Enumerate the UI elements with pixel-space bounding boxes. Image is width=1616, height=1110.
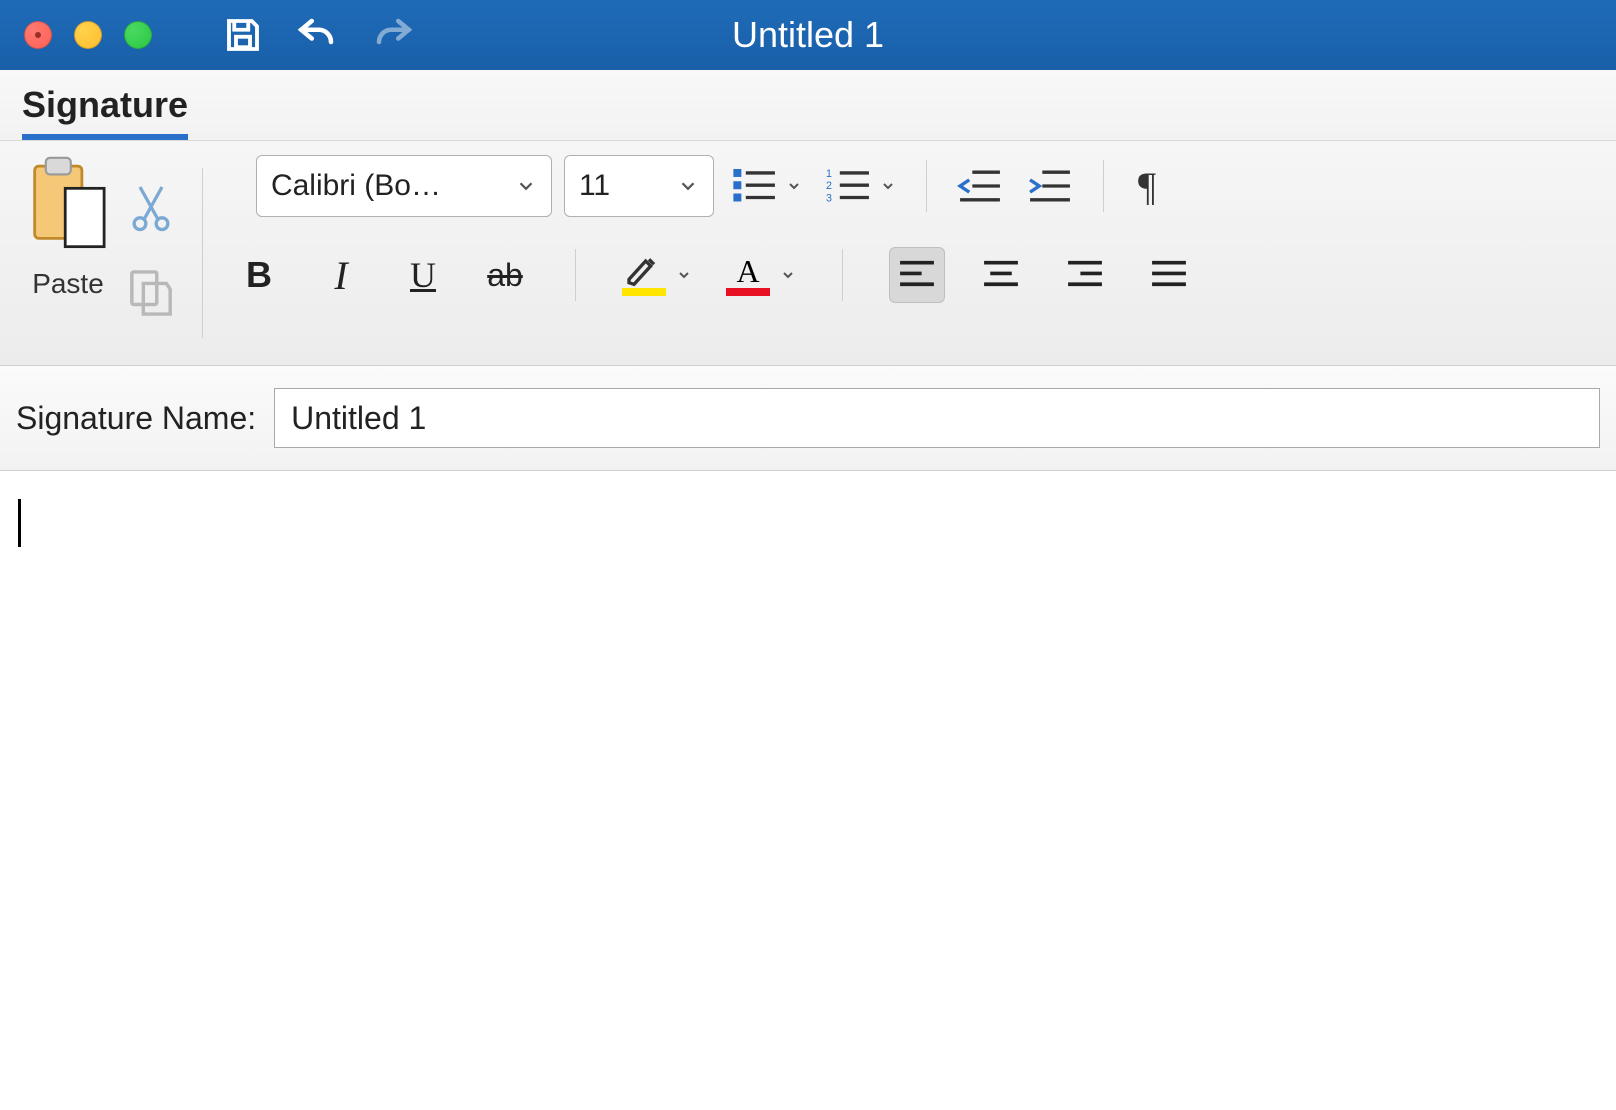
signature-editor[interactable]: [0, 471, 1616, 1051]
redo-icon[interactable]: [370, 14, 416, 56]
svg-text:3: 3: [826, 192, 832, 204]
chevron-down-icon: [880, 178, 896, 194]
align-right-button[interactable]: [1057, 247, 1113, 303]
bulleted-list-button[interactable]: [726, 162, 808, 210]
chevron-down-icon: [780, 267, 796, 283]
mini-separator: [575, 249, 576, 301]
font-name-value: Calibri (Bo…: [271, 169, 441, 203]
cut-icon[interactable]: [129, 183, 173, 240]
save-icon[interactable]: [222, 14, 264, 56]
window-controls: [24, 21, 152, 49]
highlight-swatch: [622, 288, 666, 296]
paste-button[interactable]: Paste: [26, 155, 110, 351]
align-left-button[interactable]: [889, 247, 945, 303]
bold-button[interactable]: B: [235, 254, 283, 296]
chevron-down-icon: [786, 178, 802, 194]
font-group: Calibri (Bo… 11 1 2 3: [213, 155, 1209, 351]
increase-indent-button[interactable]: [1021, 163, 1079, 209]
window-maximize-button[interactable]: [124, 21, 152, 49]
align-justify-button[interactable]: [1141, 247, 1197, 303]
copy-icon[interactable]: [128, 268, 174, 323]
signature-name-input[interactable]: [274, 388, 1600, 448]
italic-button[interactable]: I: [317, 252, 365, 299]
svg-text:2: 2: [826, 180, 832, 192]
align-center-button[interactable]: [973, 247, 1029, 303]
paragraph-marks-button[interactable]: ¶: [1128, 163, 1166, 210]
chevron-down-icon: [515, 175, 537, 197]
highlight-color-button[interactable]: [622, 254, 692, 296]
window-title: Untitled 1: [732, 14, 884, 56]
ribbon: Paste Calibri (Bo…: [0, 141, 1616, 366]
font-name-select[interactable]: Calibri (Bo…: [256, 155, 552, 217]
mini-separator: [842, 249, 843, 301]
group-separator: [202, 168, 203, 338]
chevron-down-icon: [676, 267, 692, 283]
font-size-select[interactable]: 11: [564, 155, 714, 217]
ribbon-tabs: Signature: [0, 70, 1616, 141]
undo-icon[interactable]: [294, 14, 340, 56]
window-minimize-button[interactable]: [74, 21, 102, 49]
mini-separator: [1103, 160, 1104, 212]
mini-separator: [926, 160, 927, 212]
tab-signature[interactable]: Signature: [22, 84, 188, 140]
chevron-down-icon: [677, 175, 699, 197]
decrease-indent-button[interactable]: [951, 163, 1009, 209]
window-close-button[interactable]: [24, 21, 52, 49]
text-cursor: [18, 499, 21, 547]
signature-name-label: Signature Name:: [16, 400, 256, 437]
svg-text:1: 1: [826, 168, 832, 180]
numbered-list-button[interactable]: 1 2 3: [820, 162, 902, 210]
strikethrough-button[interactable]: ab: [481, 257, 529, 294]
signature-name-row: Signature Name:: [0, 366, 1616, 471]
clipboard-icon: [26, 155, 110, 260]
paste-label: Paste: [32, 268, 104, 300]
quick-access-toolbar: [222, 14, 416, 56]
underline-button[interactable]: U: [399, 254, 447, 296]
font-size-value: 11: [579, 169, 610, 203]
font-color-swatch: [726, 288, 770, 296]
titlebar: Untitled 1: [0, 0, 1616, 70]
clipboard-group: Paste: [20, 155, 192, 351]
font-color-button[interactable]: A: [726, 254, 796, 296]
